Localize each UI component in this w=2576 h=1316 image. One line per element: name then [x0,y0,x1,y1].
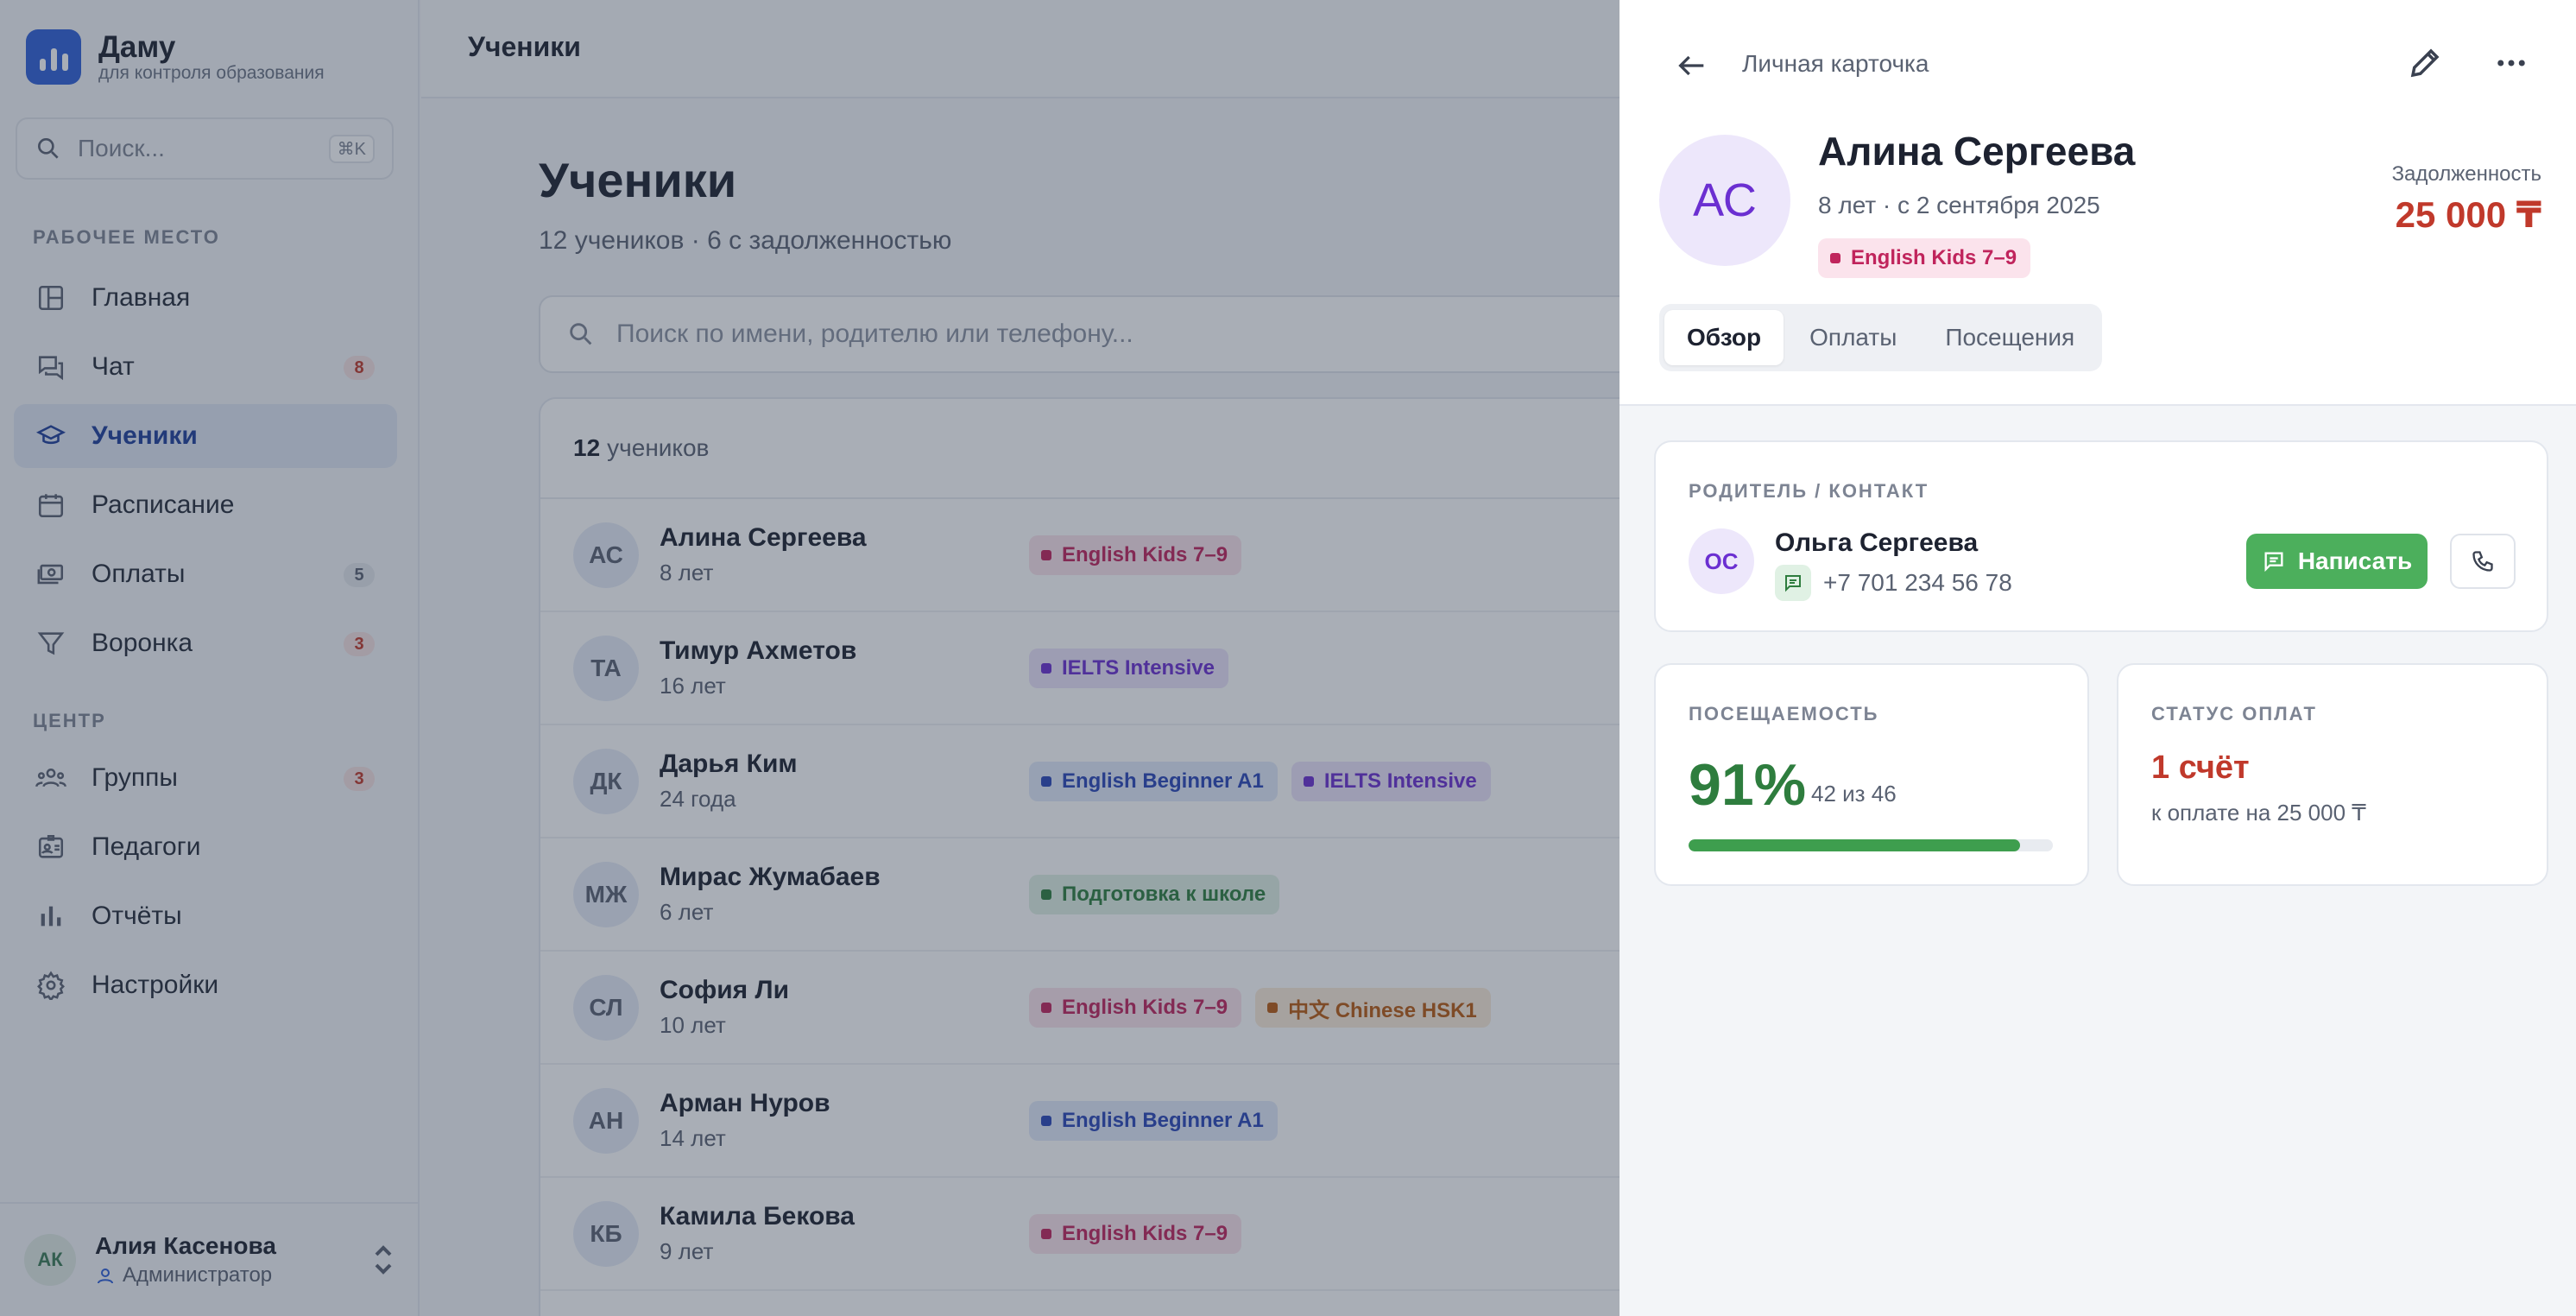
student-name: Алина Сергеева [1818,129,2136,174]
write-message-button[interactable]: Написать [2246,534,2428,589]
more-dots-icon[interactable] [2493,45,2529,81]
attendance-progress [1689,839,2053,851]
parent-phone-number: +7 701 234 56 78 [1823,569,2012,596]
message-icon [1775,565,1811,601]
payment-status-card: СТАТУС ОПЛАТ 1 счёт к оплате на 25 000 ₸ [2117,663,2548,886]
drawer-tabs: Обзор Оплаты Посещения [1659,304,2103,371]
write-message-label: Написать [2297,547,2413,574]
contact-card: РОДИТЕЛЬ / КОНТАКТ ОС Ольга Сергеева +7 … [1654,440,2548,632]
tab-overview[interactable]: Обзор [1664,310,1784,365]
payment-status-value: 1 счёт [2151,750,2250,786]
attendance-detail: 42 из 46 [1811,781,1897,807]
modal-backdrop[interactable] [0,0,1619,1316]
message-icon [2264,552,2283,573]
attendance-label: ПОСЕЩАЕМОСТЬ [1689,703,1879,724]
drawer-caption: Личная карточка [1742,50,1929,77]
contact-card-label: РОДИТЕЛЬ / КОНТАКТ [1689,480,1929,502]
tab-attendance[interactable]: Посещения [1923,310,2097,365]
call-button[interactable] [2450,534,2516,589]
pencil-icon[interactable] [2407,45,2443,81]
student-avatar: АС [1659,135,1790,266]
payment-status-detail: к оплате на 25 000 ₸ [2151,800,2366,826]
drawer-header: Личная карточка АС Алина Сергеева 8 лет … [1619,0,2576,406]
parent-name: Ольга Сергеева [1775,528,1979,557]
parent-phone: +7 701 234 56 78 [1775,565,2012,601]
debt-value: 25 000 ₸ [2395,194,2541,235]
tab-payments[interactable]: Оплаты [1787,310,1919,365]
phone-icon [2472,551,2493,572]
student-drawer: Личная карточка АС Алина Сергеева 8 лет … [1619,0,2576,1316]
parent-avatar: ОС [1689,528,1754,594]
attendance-progress-fill [1689,839,2021,851]
group-tag: English Kids 7–9 [1818,238,2031,278]
debt-label: Задолженность [2391,162,2541,186]
student-meta: 8 лет · с 2 сентября 2025 [1818,192,2100,218]
back-arrow-icon[interactable] [1675,48,1709,83]
attendance-percent: 91% [1689,752,1807,818]
attendance-card: ПОСЕЩАЕМОСТЬ 91% 42 из 46 [1654,663,2089,886]
payment-status-label: СТАТУС ОПЛАТ [2151,703,2317,724]
